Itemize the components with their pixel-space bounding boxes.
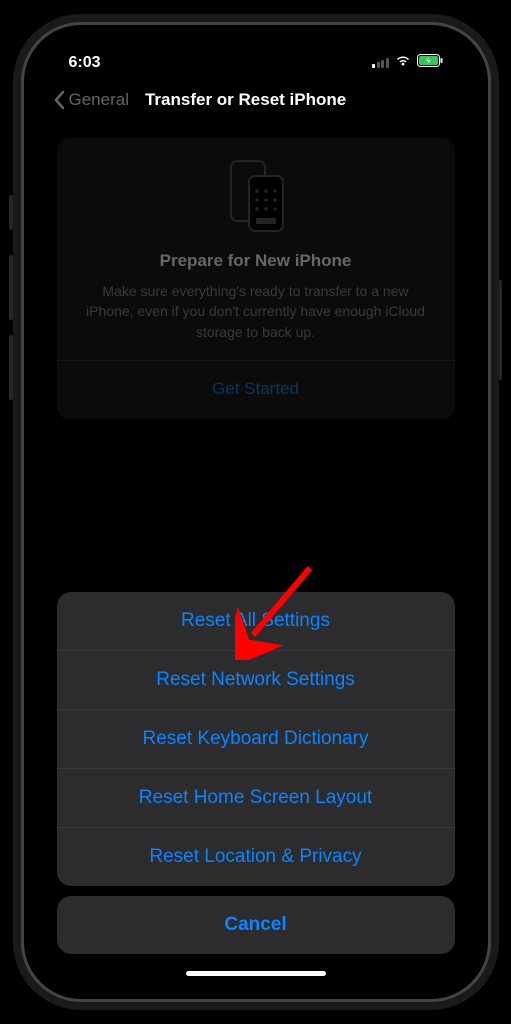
volume-switch [9, 195, 13, 230]
battery-charging-icon [417, 54, 443, 72]
content-area: Prepare for New iPhone Make sure everyth… [39, 120, 473, 984]
reset-network-settings-button[interactable]: Reset Network Settings [57, 651, 455, 710]
divider [57, 360, 455, 361]
get-started-button[interactable]: Get Started [77, 379, 435, 399]
back-label: General [69, 90, 129, 110]
cancel-button[interactable]: Cancel [57, 896, 455, 954]
page-title: Transfer or Reset iPhone [145, 90, 346, 110]
prepare-description: Make sure everything's ready to transfer… [77, 281, 435, 342]
reset-options-group: Reset All Settings Reset Network Setting… [57, 592, 455, 886]
reset-all-settings-button[interactable]: Reset All Settings [57, 592, 455, 651]
power-button [498, 280, 502, 380]
status-bar: 6:03 [39, 40, 473, 80]
phones-transfer-icon [77, 158, 435, 233]
volume-down-button [9, 335, 13, 400]
status-time: 6:03 [69, 54, 101, 72]
action-sheet: Reset All Settings Reset Network Setting… [57, 592, 455, 954]
prepare-title: Prepare for New iPhone [77, 251, 435, 271]
navigation-bar: General Transfer or Reset iPhone [39, 80, 473, 120]
chevron-left-icon [53, 90, 65, 110]
phone-frame: 6:03 [21, 22, 491, 1002]
screen: 6:03 [39, 40, 473, 984]
reset-keyboard-dictionary-button[interactable]: Reset Keyboard Dictionary [57, 710, 455, 769]
volume-up-button [9, 255, 13, 320]
status-indicators [372, 54, 443, 72]
home-indicator[interactable] [186, 971, 326, 976]
reset-location-privacy-button[interactable]: Reset Location & Privacy [57, 828, 455, 886]
wifi-icon [395, 54, 411, 72]
back-button[interactable]: General [53, 90, 129, 110]
prepare-card: Prepare for New iPhone Make sure everyth… [57, 138, 455, 419]
cellular-signal-icon [372, 58, 389, 68]
reset-home-screen-layout-button[interactable]: Reset Home Screen Layout [57, 769, 455, 828]
